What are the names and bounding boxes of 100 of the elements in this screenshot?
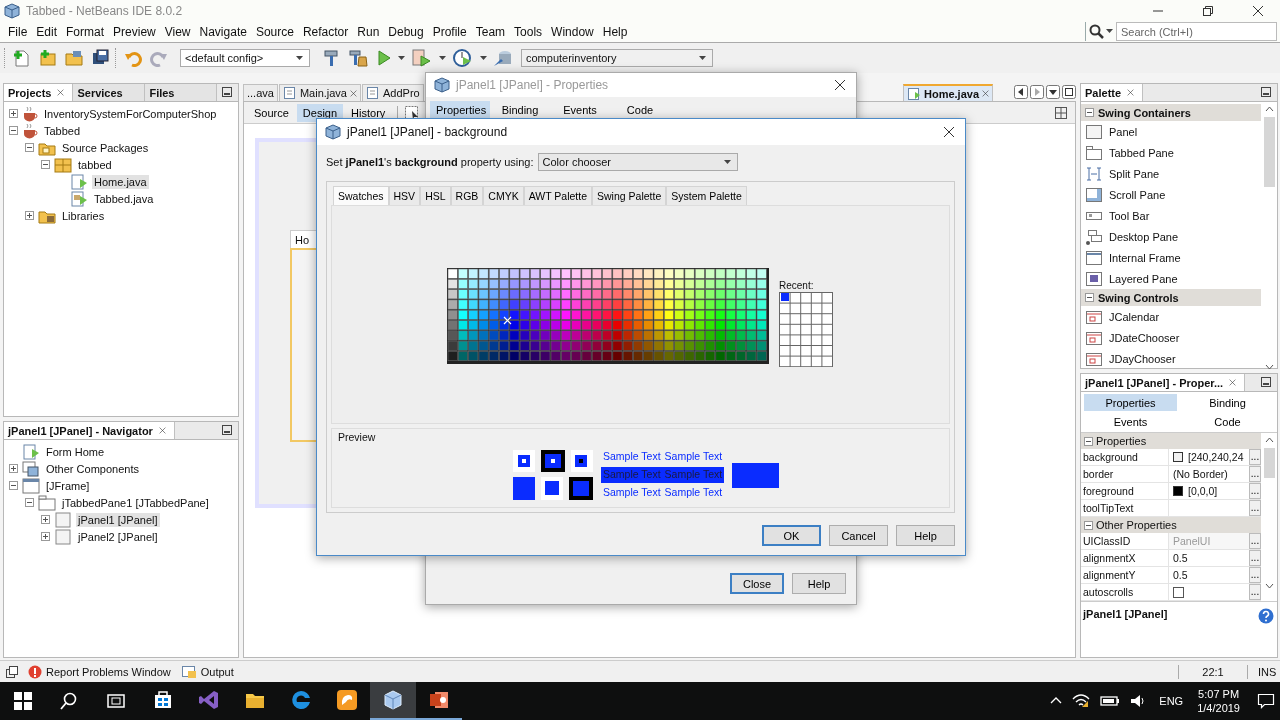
output-tab[interactable]: Report Problems Window	[28, 664, 171, 679]
collapse-icon[interactable]	[41, 160, 50, 169]
help-icon[interactable]	[1258, 608, 1274, 624]
tree-item[interactable]: Libraries	[60, 208, 107, 223]
tree-item[interactable]: jTabbedPane1 [JTabbedPane]	[60, 495, 211, 510]
expand-icon[interactable]	[9, 109, 18, 118]
tab[interactable]: AWT Palette	[523, 186, 593, 205]
tab[interactable]: Events	[550, 101, 610, 118]
new-file-icon[interactable]	[13, 49, 31, 67]
minimize-window-icon[interactable]	[1261, 87, 1271, 97]
ellipsis-button[interactable]: ...	[1249, 449, 1261, 465]
collapse-icon[interactable]	[25, 498, 34, 507]
expand-icon[interactable]	[9, 464, 18, 473]
component-item[interactable]: JCalendar	[1109, 310, 1160, 323]
menu-item[interactable]: File	[4, 24, 32, 39]
view-tab[interactable]: Design	[296, 103, 344, 122]
tree-item[interactable]: Home.java	[92, 174, 149, 189]
broom-hammer-icon[interactable]	[348, 49, 368, 67]
menu-item[interactable]: Profile	[428, 24, 471, 39]
dialog-button[interactable]: OK	[762, 525, 821, 546]
caret-icon[interactable]	[1106, 29, 1113, 34]
ellipsis-button[interactable]: ...	[1249, 550, 1261, 566]
tab[interactable]: Code	[1181, 413, 1274, 430]
expand-icon[interactable]	[41, 532, 50, 541]
checkbox[interactable]	[1173, 586, 1184, 598]
clock-date[interactable]: 1/4/2019	[1197, 702, 1240, 714]
config-dropdown[interactable]: <default config>	[180, 49, 310, 67]
section-header[interactable]: Swing Controls	[1081, 289, 1261, 306]
caret-icon[interactable]	[439, 55, 446, 61]
component-item[interactable]: Layered Pane	[1109, 272, 1178, 285]
collapse-icon[interactable]	[1085, 293, 1094, 302]
search-icon[interactable]	[60, 692, 78, 710]
section-header[interactable]: Swing Containers	[1081, 104, 1261, 121]
ellipsis-button[interactable]: ...	[1249, 466, 1261, 482]
menu-item[interactable]: Debug	[384, 24, 428, 39]
gauge-icon[interactable]	[452, 48, 474, 68]
taskbar-app[interactable]	[370, 682, 416, 720]
minimize-window-icon[interactable]	[222, 425, 232, 435]
selection-mode-icon[interactable]	[404, 104, 421, 121]
battery-icon[interactable]	[1100, 695, 1121, 707]
language-indicator[interactable]: ENG	[1159, 695, 1184, 707]
new-project-icon[interactable]	[39, 49, 57, 67]
expand-icon[interactable]	[41, 515, 50, 524]
tab[interactable]: Binding	[490, 101, 550, 118]
property-value[interactable]: [240,240,24	[1169, 449, 1249, 465]
component-item[interactable]: Split Pane	[1109, 167, 1160, 180]
task-view-icon[interactable]	[106, 692, 126, 710]
tree-item[interactable]: tabbed	[76, 157, 114, 172]
menu-item[interactable]: Tools	[510, 24, 547, 39]
property-value[interactable]: [0,0,0]	[1169, 483, 1249, 499]
menu-item[interactable]: Help	[598, 24, 632, 39]
menu-item[interactable]: Edit	[32, 24, 62, 39]
tree-item[interactable]: Source Packages	[60, 140, 151, 155]
component-item[interactable]: JDateChooser	[1109, 331, 1180, 344]
debug-icon[interactable]	[411, 48, 433, 68]
tab[interactable]: HSL	[420, 186, 451, 205]
folder-icon[interactable]	[65, 49, 83, 67]
ellipsis-button[interactable]: ...	[1249, 483, 1261, 499]
collapse-icon[interactable]	[1085, 108, 1094, 117]
scroll-right-icon[interactable]	[1030, 85, 1044, 99]
minimize-window-icon[interactable]	[222, 87, 232, 97]
close-icon[interactable]	[943, 126, 955, 138]
tab[interactable]: Properties	[430, 101, 490, 118]
save-icon[interactable]	[91, 49, 109, 67]
window-tab[interactable]: Projects	[4, 84, 74, 101]
hammer-icon[interactable]	[322, 49, 340, 67]
component-item[interactable]: JDayChooser	[1109, 352, 1176, 365]
network-icon[interactable]	[1072, 693, 1091, 709]
menu-item[interactable]: Run	[353, 24, 384, 39]
tab[interactable]: CMYK	[483, 186, 524, 205]
dialog-button[interactable]: Help	[792, 573, 846, 594]
view-tab[interactable]: Source	[248, 103, 295, 122]
tab[interactable]: Swatches	[333, 186, 389, 205]
tree-item[interactable]: Form Home	[44, 444, 107, 459]
collapse-icon[interactable]	[25, 143, 34, 152]
component-item[interactable]: Internal Frame	[1109, 251, 1181, 264]
editor-tab[interactable]: Home.java	[902, 84, 993, 101]
maximize-icon[interactable]	[1062, 85, 1076, 99]
dropdown-icon[interactable]	[1046, 85, 1060, 99]
tree-item[interactable]: jPanel2 [JPanel]	[76, 529, 160, 544]
caret-icon[interactable]	[480, 55, 487, 61]
dialog-button[interactable]: Close	[730, 573, 784, 594]
search-icon[interactable]	[1089, 23, 1105, 40]
editor-tab[interactable]: AddPro	[362, 84, 424, 101]
property-value[interactable]: 0.5	[1169, 567, 1249, 583]
recent-colors-grid[interactable]	[779, 292, 833, 367]
run-icon[interactable]	[376, 49, 392, 67]
menu-item[interactable]: View	[160, 24, 195, 39]
editor-tab[interactable]: ...ava	[243, 84, 278, 101]
notifications-icon[interactable]	[1257, 693, 1275, 709]
component-item[interactable]: Panel	[1109, 125, 1138, 138]
view-tab[interactable]: History	[345, 103, 392, 122]
editor-tab[interactable]: Main.java	[278, 84, 361, 101]
database-icon[interactable]	[493, 48, 513, 68]
expand-icon[interactable]	[25, 211, 34, 220]
section-header[interactable]: Properties	[1081, 433, 1261, 449]
tab[interactable]: HSV	[388, 186, 421, 205]
window-tab[interactable]: jPanel1 [JPanel] - Proper...	[1081, 374, 1246, 391]
menu-item[interactable]: Navigate	[195, 24, 251, 39]
tab[interactable]: Events	[1084, 413, 1177, 430]
